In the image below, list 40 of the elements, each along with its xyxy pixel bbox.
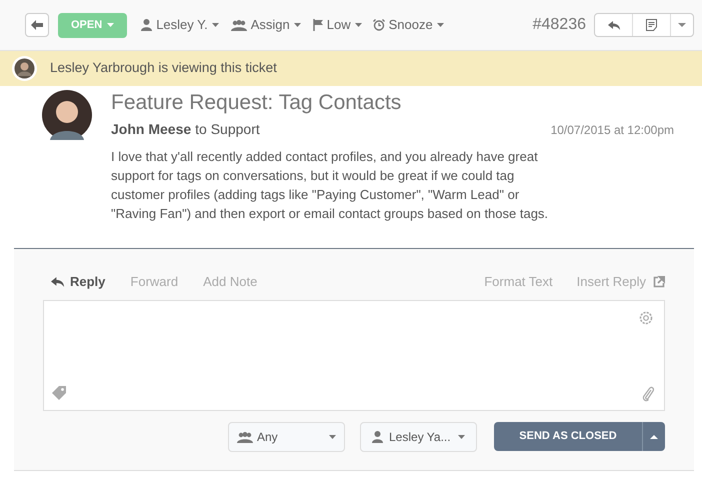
reply-icon xyxy=(608,20,620,30)
caret-icon xyxy=(458,435,465,439)
tag-icon[interactable] xyxy=(52,386,66,400)
alarm-clock-icon xyxy=(372,19,385,31)
people-icon xyxy=(230,20,247,30)
caret-icon xyxy=(329,435,336,439)
author-name: John Meese xyxy=(111,120,192,139)
priority-dropdown[interactable]: Low xyxy=(312,15,362,35)
note-icon xyxy=(646,19,657,31)
recipient-text: to Support xyxy=(195,120,260,139)
caret-icon xyxy=(678,23,686,27)
flag-icon xyxy=(312,19,323,31)
people-icon xyxy=(237,432,253,442)
assign-dropdown[interactable]: Assign xyxy=(230,15,301,35)
viewer-notice: Lesley Yarbrough is viewing this ticket xyxy=(50,59,277,78)
person-icon xyxy=(141,19,152,31)
snooze-dropdown[interactable]: Snooze xyxy=(372,15,444,35)
person-icon xyxy=(372,431,383,443)
back-arrow-icon xyxy=(31,20,43,30)
caret-up-icon xyxy=(650,434,658,438)
caret-icon xyxy=(294,23,301,27)
caret-icon xyxy=(212,23,219,27)
avatar xyxy=(42,90,92,140)
external-link-icon xyxy=(653,276,665,288)
reply-icon xyxy=(51,277,64,287)
back-button[interactable] xyxy=(25,13,49,37)
caret-icon xyxy=(436,23,444,27)
team-select[interactable]: Any xyxy=(228,422,345,452)
reply-mode-tab[interactable]: Reply xyxy=(51,272,106,292)
message-date: 10/07/2015 at 12:00pm xyxy=(550,122,674,139)
ticket-number: #48236 xyxy=(532,15,586,35)
paperclip-icon[interactable] xyxy=(642,386,654,402)
viewer-avatar xyxy=(12,56,37,81)
caret-icon xyxy=(107,23,114,27)
assignee-dropdown[interactable]: Lesley Y. xyxy=(141,15,219,35)
ticket-title: Feature Request: Tag Contacts xyxy=(111,90,402,116)
caret-icon xyxy=(354,23,362,27)
user-select[interactable]: Lesley Ya... xyxy=(360,422,477,452)
settings-icon[interactable] xyxy=(638,310,654,326)
message-body: I love that y'all recently added contact profiles, and you already have great support for tags on conversations, but it would be great if we could tag customer profiles (adding tags like "Paying Customer", "Warm Lead" or "Raving Fan") and then export or email contact groups based on those tags. xyxy=(111,148,550,223)
